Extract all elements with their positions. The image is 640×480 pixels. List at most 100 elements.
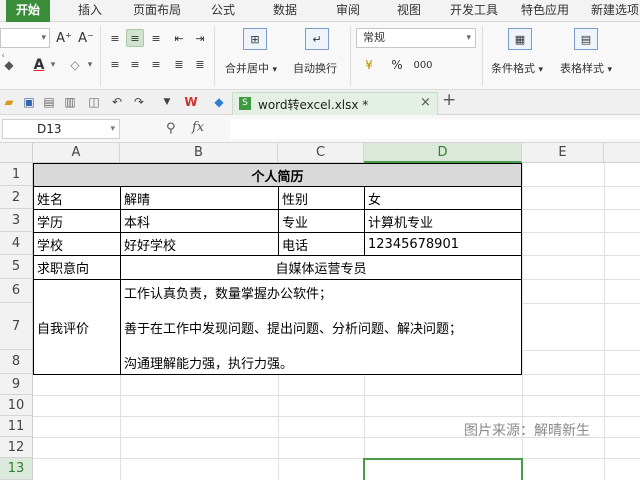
redo-icon[interactable]: ↷ [132,95,146,109]
row-header-2[interactable]: 2 [0,186,33,209]
align-middle-icon[interactable]: ≡ [126,29,144,47]
wps-logo-icon[interactable]: W [184,95,198,109]
phone-label-cell[interactable]: 电话 [278,232,365,256]
job-intent-label-cell[interactable]: 求职意向 [33,255,121,280]
gender-label-cell[interactable]: 性别 [278,186,365,210]
align-center-icon[interactable]: ≡ [126,55,144,73]
clear-format-icon[interactable]: ◇ [66,56,84,74]
align-bottom-icon[interactable]: ≡ [147,29,165,47]
tab-data[interactable]: 数据 [273,0,297,22]
education-label-cell[interactable]: 学历 [33,209,121,233]
merge-center-icon[interactable]: ⊞ [243,28,267,50]
thousands-separator-button[interactable]: 000 [410,56,436,74]
conditional-format-icon[interactable]: ▦ [508,28,532,50]
resume-title-cell[interactable]: 个人简历 [33,163,522,187]
school-label-cell[interactable]: 学校 [33,232,121,256]
row-header-9[interactable]: 9 [0,374,33,395]
tab-insert[interactable]: 插入 [78,0,102,22]
gender-value-cell[interactable]: 女 [364,186,522,210]
row-header-12[interactable]: 12 [0,437,33,458]
major-label-cell[interactable]: 专业 [278,209,365,233]
select-all-corner[interactable] [0,143,33,163]
cube-icon[interactable]: ◆ [212,95,226,109]
tab-page-layout[interactable]: 页面布局 [133,0,181,22]
align-left-icon[interactable]: ≡ [106,55,124,73]
column-header-f[interactable] [604,143,640,163]
row-header-8[interactable]: 8 [0,350,33,374]
tab-developer[interactable]: 开发工具 [450,0,498,22]
print-preview-icon[interactable]: ◫ [87,95,101,109]
chevron-down-icon[interactable]: ▾ [86,56,94,74]
selected-cell-d13[interactable] [363,458,523,480]
save-icon[interactable]: ▣ [22,95,36,109]
tab-features[interactable]: 特色应用 [521,0,569,22]
tab-home[interactable]: 开始 [6,0,51,22]
merge-center-button[interactable]: 合并居中 ▾ [225,60,277,76]
font-color-icon[interactable]: A [30,56,48,74]
self-evaluation-label-cell[interactable]: 自我评价 [33,279,121,375]
open-folder-icon[interactable]: ▰ [2,95,16,109]
column-header-e[interactable]: E [522,143,604,163]
row-header-5[interactable]: 5 [0,255,33,279]
print-icon[interactable]: ▥ [63,95,77,109]
row-header-13[interactable]: 13 [0,458,33,480]
row-header-11[interactable]: 11 [0,416,33,437]
school-value-cell[interactable]: 好好学校 [120,232,279,256]
name-box[interactable]: D13 ▾ [2,119,120,139]
tab-view[interactable]: 视图 [397,0,421,22]
column-header-a[interactable]: A [33,143,120,163]
self-evaluation-line-1[interactable]: 工作认真负责，数量掌握办公软件； [120,279,522,304]
percent-button[interactable]: % [388,56,406,74]
shrink-font-button[interactable]: A⁻ [77,28,95,48]
column-header-c[interactable]: C [278,143,364,163]
separator [482,26,483,86]
column-header-b[interactable]: B [120,143,278,163]
row-header-7[interactable]: 7 [0,303,33,350]
major-value-cell[interactable]: 计算机专业 [364,209,522,233]
wrap-text-button[interactable]: 自动换行 [293,60,337,76]
row-header-3[interactable]: 3 [0,209,33,232]
row-header-6[interactable]: 6 [0,279,33,303]
number-format-combo[interactable]: 常规 ▾ [356,28,476,48]
tab-review[interactable]: 审阅 [336,0,360,22]
fill-color-icon[interactable]: ◆ [2,56,16,74]
self-evaluation-line-2[interactable]: 善于在工作中发现问题、提出问题、分析问题、解决问题； [120,303,522,351]
font-size-combo[interactable]: ▾ [0,28,50,48]
customize-toolbar-icon[interactable]: ▼ [160,95,174,109]
row-header-4[interactable]: 4 [0,232,33,255]
formula-input[interactable] [230,119,640,139]
distributed-align-icon[interactable]: ≣ [191,55,209,73]
align-top-icon[interactable]: ≡ [106,29,124,47]
name-label-cell[interactable]: 姓名 [33,186,121,210]
phone-value-cell[interactable]: 12345678901 [364,232,522,256]
undo-icon[interactable]: ↶ [110,95,124,109]
document-tab[interactable]: S word转excel.xlsx * × [232,92,438,115]
table-style-button[interactable]: 表格样式 ▾ [560,60,612,76]
table-style-icon[interactable]: ▤ [574,28,598,50]
indent-increase-icon[interactable]: ⇥ [191,29,209,47]
column-header-d[interactable]: D [364,143,522,163]
export-pdf-icon[interactable]: ▤ [42,95,56,109]
indent-decrease-icon[interactable]: ⇤ [170,29,188,47]
wrap-text-icon[interactable]: ↵ [305,28,329,50]
tab-new-options[interactable]: 新建选项 [591,0,639,22]
close-tab-icon[interactable]: × [420,95,431,110]
row-header-10[interactable]: 10 [0,395,33,416]
grow-font-button[interactable]: A⁺ [55,28,73,48]
function-icon[interactable]: fx [192,120,204,135]
self-evaluation-line-3[interactable]: 沟通理解能力强，执行力强。 [120,350,522,375]
job-intent-value-cell[interactable]: 自媒体运营专员 [120,255,522,280]
align-right-icon[interactable]: ≡ [147,55,165,73]
document-tab-title: word转excel.xlsx * [258,98,369,112]
justify-icon[interactable]: ≣ [170,55,188,73]
menu-bar: 开始 插入 页面布局 公式 数据 审阅 视图 开发工具 特色应用 新建选项 [0,0,640,22]
name-value-cell[interactable]: 解晴 [120,186,279,210]
new-tab-icon[interactable]: + [442,92,456,109]
education-value-cell[interactable]: 本科 [120,209,279,233]
conditional-format-button[interactable]: 条件格式 ▾ [491,60,543,76]
chevron-down-icon[interactable]: ▾ [49,56,57,74]
zoom-search-icon[interactable]: ⚲ [166,121,176,136]
tab-formulas[interactable]: 公式 [211,0,235,22]
row-header-1[interactable]: 1 [0,163,33,186]
currency-icon[interactable]: ¥ [358,56,380,74]
